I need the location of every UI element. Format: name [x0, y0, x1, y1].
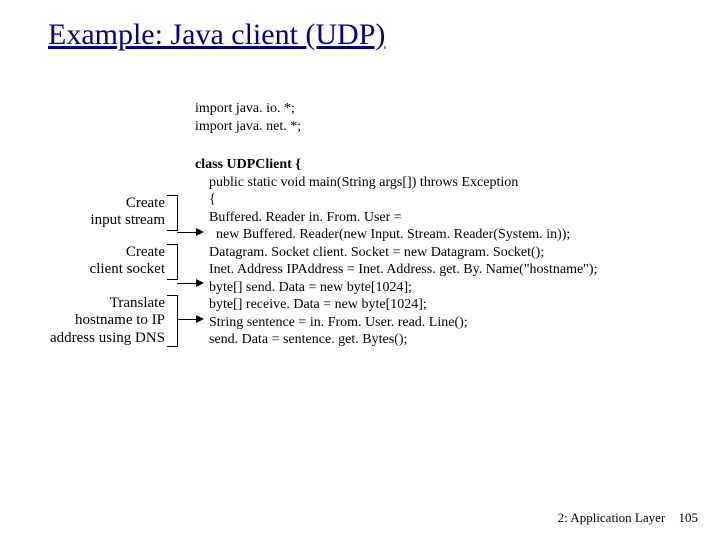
page-number: 105: [679, 510, 699, 525]
annotation-2-line-2: client socket: [40, 261, 165, 278]
code-l6: new Buffered. Reader(new Input. Stream. …: [195, 226, 597, 244]
code-l15: String sentence = in. From. User. read. …: [195, 314, 597, 332]
import-line-2: import java. net. *;: [195, 118, 301, 136]
annotation-translate-dns: Translate hostname to IP address using D…: [5, 295, 165, 347]
arrow-head-icon: [196, 279, 204, 287]
code-l3: {: [195, 191, 597, 209]
annotation-3-line-2: hostname to IP: [5, 312, 165, 329]
code-l1: class UDPClient {: [195, 156, 597, 174]
bracket-icon: [167, 244, 178, 280]
annotation-client-socket: Create client socket: [40, 244, 165, 279]
slide-title: Example: Java client (UDP): [48, 18, 385, 52]
code-l17: send. Data = sentence. get. Bytes();: [195, 331, 597, 349]
code-l5: Buffered. Reader in. From. User =: [195, 209, 597, 227]
code-block: class UDPClient { public static void mai…: [195, 156, 597, 349]
annotation-3-line-3: address using DNS: [5, 330, 165, 347]
arrow-line-icon: [177, 283, 197, 284]
import-line-1: import java. io. *;: [195, 100, 301, 118]
import-block: import java. io. *; import java. net. *;: [195, 100, 301, 135]
arrow-line-icon: [177, 232, 197, 233]
annotation-1-line-2: input stream: [40, 212, 165, 229]
footer-chapter: 2: Application Layer: [558, 510, 666, 525]
arrow-line-icon: [177, 319, 197, 320]
code-l13: byte[] receive. Data = new byte[1024];: [195, 296, 597, 314]
code-l8: Datagram. Socket client. Socket = new Da…: [195, 244, 597, 262]
code-l10: Inet. Address IPAddress = Inet. Address.…: [195, 261, 597, 279]
annotation-input-stream: Create input stream: [40, 195, 165, 230]
arrow-head-icon: [196, 315, 204, 323]
bracket-icon: [167, 295, 178, 347]
bracket-icon: [167, 195, 178, 231]
code-l12: byte[] send. Data = new byte[1024];: [195, 279, 597, 297]
annotation-1-line-1: Create: [40, 195, 165, 212]
code-l2: public static void main(String args[]) t…: [195, 174, 597, 192]
slide-footer: 2: Application Layer 105: [558, 510, 698, 526]
annotation-2-line-1: Create: [40, 244, 165, 261]
annotation-3-line-1: Translate: [5, 295, 165, 312]
arrow-head-icon: [196, 228, 204, 236]
